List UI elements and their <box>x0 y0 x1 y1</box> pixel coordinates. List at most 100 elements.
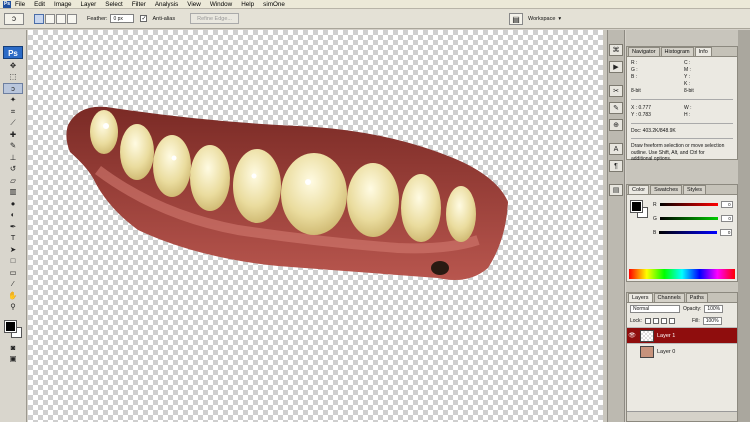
tab-info[interactable]: Info <box>694 47 712 56</box>
tab-navigator[interactable]: Navigator <box>628 47 660 56</box>
shape-tool-icon[interactable]: □ <box>3 256 23 267</box>
layer-thumbnail <box>640 329 654 342</box>
panel-icon-strip: ⌘ ▶ ✂ ✎ ⊕ A ¶ ▤ <box>607 30 625 422</box>
blue-value[interactable]: 0 <box>720 229 733 236</box>
tool-preset-picker[interactable]: ↄ <box>4 12 24 25</box>
fill-label: Fill: <box>691 318 700 324</box>
subtract-selection-button[interactable] <box>56 13 66 24</box>
clone-stamp-tool-icon[interactable]: ⊥ <box>3 152 23 163</box>
menu-select[interactable]: Select <box>105 1 123 8</box>
healing-brush-tool-icon[interactable]: ✚ <box>3 129 23 140</box>
panel-dock-scrollbar[interactable] <box>738 30 750 422</box>
feather-input[interactable]: 0 px <box>110 14 135 23</box>
lock-pixels-icon[interactable] <box>652 318 659 324</box>
character-icon[interactable]: A <box>609 143 623 155</box>
history-brush-tool-icon[interactable]: ↺ <box>3 164 23 175</box>
info-panel: Navigator Histogram Info R : C : G : M :… <box>626 46 738 162</box>
opacity-input[interactable]: 100% <box>704 305 724 313</box>
brush-tool-icon[interactable]: ✎ <box>3 141 23 152</box>
pen-tool-icon[interactable]: ✒ <box>3 221 23 232</box>
color-panel-foreground[interactable] <box>630 200 643 213</box>
menu-analysis[interactable]: Analysis <box>155 1 178 8</box>
slice-tool-icon[interactable]: ⟋ <box>3 118 23 129</box>
path-selection-tool-icon[interactable]: ➤ <box>3 244 23 255</box>
tab-color[interactable]: Color <box>628 185 650 194</box>
menu-image[interactable]: Image <box>54 1 72 8</box>
workspace-button[interactable]: Workspace ▾ <box>528 12 561 25</box>
actions-icon[interactable]: ▶ <box>609 61 623 73</box>
menu-layer[interactable]: Layer <box>81 1 97 8</box>
red-slider-label: R <box>653 201 657 208</box>
marquee-tool-icon[interactable]: ⬚ <box>3 72 23 83</box>
color-panel-swatches[interactable] <box>630 200 649 219</box>
layer-name[interactable]: Layer 0 <box>657 349 737 355</box>
crop-tool-icon[interactable]: ⌗ <box>3 106 23 117</box>
fill-input[interactable]: 100% <box>702 317 722 325</box>
tab-paths[interactable]: Paths <box>685 293 708 302</box>
eraser-tool-icon[interactable]: ▱ <box>3 175 23 186</box>
info-m: M : <box>684 67 691 73</box>
eye-icon[interactable]: 👁 <box>627 332 637 339</box>
lasso-tool-icon[interactable]: ↄ <box>3 83 23 94</box>
foreground-color[interactable] <box>4 320 17 333</box>
blue-slider-track[interactable] <box>659 231 718 234</box>
zoom-tool-icon[interactable]: ⚲ <box>3 302 23 313</box>
green-slider-track[interactable] <box>659 217 718 220</box>
document-canvas[interactable] <box>28 30 606 422</box>
tab-channels[interactable]: Channels <box>653 293 685 302</box>
menu-edit[interactable]: Edit <box>34 1 45 8</box>
tab-styles[interactable]: Styles <box>683 185 706 194</box>
menu-file[interactable]: File <box>15 1 25 8</box>
history-icon[interactable]: ⌘ <box>609 44 623 56</box>
tab-layers[interactable]: Layers <box>628 293 653 302</box>
blend-mode-select[interactable]: Normal <box>630 305 680 313</box>
red-slider[interactable]: R 0 <box>653 201 733 208</box>
photoshop-window: Ps File Edit Image Layer Select Filter A… <box>0 0 750 422</box>
clone-source-icon[interactable]: ⊕ <box>609 119 623 131</box>
menu-extra[interactable]: simOne <box>263 1 285 8</box>
red-value[interactable]: 0 <box>720 201 733 208</box>
gradient-tool-icon[interactable]: ▥ <box>3 187 23 198</box>
hand-tool-icon[interactable]: ✋ <box>3 290 23 301</box>
refine-edge-button[interactable]: Refine Edge... <box>190 13 239 24</box>
paragraph-icon[interactable]: ¶ <box>609 160 623 172</box>
eyedropper-tool-icon[interactable]: ⁄ <box>3 279 23 290</box>
new-selection-button[interactable] <box>34 13 44 24</box>
color-swatches[interactable] <box>2 318 24 338</box>
tools-preset-icon[interactable]: ✂ <box>609 85 623 97</box>
type-tool-icon[interactable]: T <box>3 233 23 244</box>
layer-name[interactable]: Layer 1 <box>657 333 737 339</box>
blue-slider[interactable]: B 0 <box>653 229 733 236</box>
menu-filter[interactable]: Filter <box>132 1 146 8</box>
lock-transparent-icon[interactable] <box>644 318 651 324</box>
layer-thumbnail <box>640 345 654 358</box>
quick-mask-icon[interactable]: ◙ <box>3 342 23 353</box>
layer-row-layer-0[interactable]: Layer 0 <box>627 343 737 359</box>
lock-all-icon[interactable] <box>668 318 675 324</box>
green-value[interactable]: 0 <box>720 215 733 222</box>
antialias-checkbox[interactable]: ✓ <box>140 15 148 22</box>
menu-window[interactable]: Window <box>210 1 232 8</box>
lock-position-icon[interactable] <box>660 318 667 324</box>
blur-tool-icon[interactable]: ● <box>3 198 23 209</box>
menu-view[interactable]: View <box>187 1 201 8</box>
layer-comps-icon[interactable]: ▤ <box>609 184 623 196</box>
tab-swatches[interactable]: Swatches <box>650 185 683 194</box>
tab-histogram[interactable]: Histogram <box>660 47 694 56</box>
screen-mode-icon[interactable]: ▣ <box>3 354 23 365</box>
magic-wand-tool-icon[interactable]: ✦ <box>3 95 23 106</box>
brushes-icon[interactable]: ✎ <box>609 102 623 114</box>
dodge-tool-icon[interactable]: ◐ <box>3 210 23 221</box>
move-tool-icon[interactable]: ✥ <box>3 60 23 71</box>
color-spectrum[interactable] <box>629 269 735 279</box>
menu-help[interactable]: Help <box>241 1 254 8</box>
palette-well-button[interactable]: ▤ <box>509 13 523 25</box>
intersect-selection-button[interactable] <box>67 13 77 24</box>
green-slider[interactable]: G 0 <box>653 215 733 222</box>
info-position: X : 0.777 W : Y : 0.783 H : <box>627 102 737 121</box>
notes-tool-icon[interactable]: ▭ <box>3 267 23 278</box>
add-selection-button[interactable] <box>45 13 55 24</box>
info-yval: Y : 0.783 <box>631 112 651 118</box>
red-slider-track[interactable] <box>659 203 718 206</box>
layer-row-layer-1[interactable]: 👁 Layer 1 <box>627 327 737 343</box>
